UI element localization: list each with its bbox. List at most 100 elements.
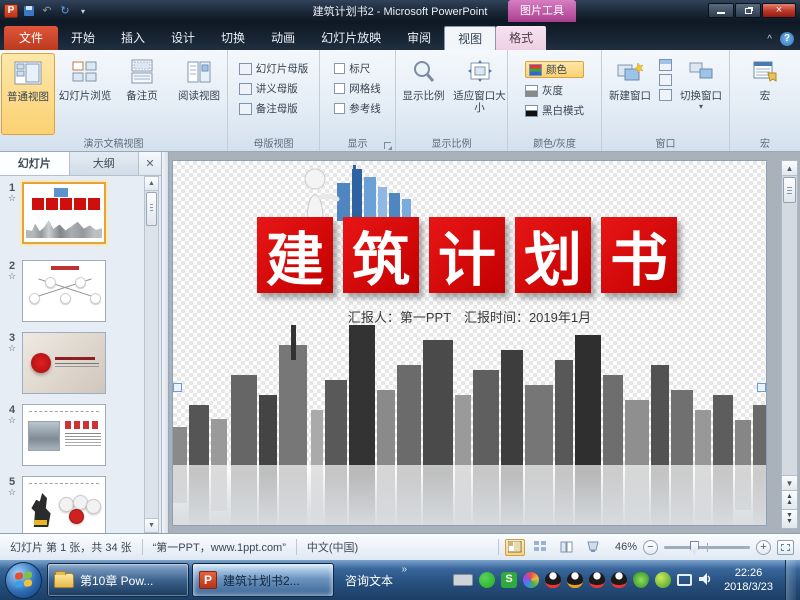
status-right-controls: 46% − + bbox=[498, 539, 800, 556]
slide-canvas[interactable]: 建 筑 计 划 书 汇报人：第一PPT 汇报时间：2019年1月 bbox=[172, 160, 767, 526]
handout-master-button[interactable]: 讲义母版 bbox=[239, 81, 309, 96]
slide-sorter-button[interactable]: 幻灯片浏览 bbox=[58, 53, 112, 135]
new-window-button[interactable]: 新建窗口 bbox=[605, 53, 655, 135]
slide-thumbnail-5[interactable]: 5 ☆ bbox=[2, 476, 106, 533]
move-split-icon[interactable] bbox=[659, 89, 672, 101]
undo-button[interactable]: ↶ bbox=[40, 4, 54, 18]
tab-view[interactable]: 视图 bbox=[444, 26, 496, 50]
selection-handle[interactable] bbox=[757, 383, 766, 392]
slide-thumbnail-3[interactable]: 3 ☆ bbox=[2, 332, 106, 394]
keyboard-icon[interactable] bbox=[453, 574, 473, 586]
qq-icon[interactable] bbox=[589, 572, 605, 588]
tab-slideshow[interactable]: 幻灯片放映 bbox=[308, 26, 394, 50]
status-reading-view-button[interactable] bbox=[557, 539, 577, 556]
macros-button[interactable]: 宏 bbox=[742, 53, 788, 135]
help-icon[interactable]: ? bbox=[780, 32, 794, 46]
ribbon-tab-row: 文件 开始 插入 设计 切换 动画 幻灯片放映 审阅 视图 格式 ^ ? bbox=[0, 22, 800, 50]
language-indicator[interactable]: 中文(中国) bbox=[297, 539, 368, 555]
zoom-out-button[interactable]: − bbox=[643, 540, 658, 555]
wechat-icon[interactable] bbox=[479, 572, 495, 588]
switch-windows-button[interactable]: 切换窗口 ▾ bbox=[676, 53, 726, 135]
vertical-scrollbar[interactable]: ▲ ▼ ▲▲ ▼▼ bbox=[781, 160, 798, 529]
status-slideshow-button[interactable] bbox=[583, 539, 603, 556]
slide-thumbnail-2[interactable]: 2 ☆ bbox=[2, 260, 106, 322]
restore-button[interactable] bbox=[735, 3, 761, 18]
slide-master-button[interactable]: 幻灯片母版 bbox=[239, 61, 309, 76]
tab-outline[interactable]: 大纲 bbox=[70, 152, 140, 175]
thumbnail-preview bbox=[22, 476, 106, 533]
qq-icon[interactable] bbox=[545, 572, 561, 588]
zoom-level[interactable]: 46% bbox=[609, 541, 637, 553]
start-button[interactable] bbox=[5, 562, 42, 599]
antivirus-shield-icon[interactable] bbox=[633, 572, 649, 588]
grayscale-icon bbox=[525, 85, 538, 97]
scrollbar-thumb[interactable] bbox=[783, 177, 796, 203]
cascade-icon[interactable] bbox=[659, 74, 672, 86]
status-normal-view-button[interactable] bbox=[505, 539, 525, 556]
tab-design[interactable]: 设计 bbox=[158, 26, 208, 50]
zoom-slider-handle[interactable] bbox=[690, 541, 699, 554]
redo-button[interactable]: ↻ bbox=[58, 4, 72, 18]
zoom-in-button[interactable]: + bbox=[756, 540, 771, 555]
taskbar-toolbar[interactable]: 咨询文本 » bbox=[337, 572, 401, 589]
notes-master-button[interactable]: 备注母版 bbox=[239, 101, 309, 116]
taskbar-item-powerpoint[interactable]: P 建筑计划书2... bbox=[192, 563, 334, 597]
slide-subtitle: 汇报人：第一PPT 汇报时间：2019年1月 bbox=[173, 307, 766, 326]
minimize-button[interactable] bbox=[708, 3, 734, 18]
group-presentation-views: 普通视图 幻灯片浏览 备注页 bbox=[0, 50, 228, 151]
slide-thumbnail-1[interactable]: 1 ☆ bbox=[2, 182, 106, 244]
pane-close-button[interactable]: ✕ bbox=[139, 152, 161, 175]
grayscale-button[interactable]: 灰度 bbox=[525, 83, 584, 98]
scroll-up-icon[interactable]: ▲ bbox=[145, 177, 158, 191]
show-desktop-button[interactable] bbox=[785, 560, 796, 600]
zoom-button[interactable]: 显示比例 bbox=[397, 53, 451, 135]
sogou-icon[interactable]: S bbox=[501, 572, 517, 588]
qat-customize-button[interactable]: ▾ bbox=[76, 4, 90, 18]
taskbar-clock[interactable]: 22:26 2018/3/23 bbox=[718, 566, 779, 595]
tab-animations[interactable]: 动画 bbox=[258, 26, 308, 50]
scroll-down-icon[interactable]: ▼ bbox=[782, 475, 797, 490]
tab-insert[interactable]: 插入 bbox=[108, 26, 158, 50]
close-button[interactable]: × bbox=[762, 3, 796, 18]
previous-slide-button[interactable]: ▲▲ bbox=[782, 490, 797, 509]
safety-ball-icon[interactable] bbox=[655, 572, 671, 588]
status-slide-sorter-button[interactable] bbox=[531, 539, 551, 556]
gridlines-checkbox[interactable]: 网格线 bbox=[334, 81, 381, 96]
tab-review[interactable]: 审阅 bbox=[394, 26, 444, 50]
notes-page-button[interactable]: 备注页 bbox=[115, 53, 169, 135]
animation-star-icon: ☆ bbox=[2, 194, 22, 202]
dialog-launcher-icon[interactable] bbox=[384, 142, 391, 149]
volume-icon[interactable] bbox=[698, 572, 712, 588]
tab-file[interactable]: 文件 bbox=[4, 26, 58, 50]
scroll-up-icon[interactable]: ▲ bbox=[782, 161, 797, 176]
qq-icon[interactable] bbox=[567, 572, 583, 588]
fit-slide-to-window-button[interactable] bbox=[777, 540, 794, 555]
network-icon[interactable] bbox=[677, 574, 692, 586]
zoom-slider[interactable] bbox=[664, 546, 750, 549]
color-button[interactable]: 颜色 bbox=[525, 61, 584, 78]
taskbar-item-folder[interactable]: 第10章 Pow... bbox=[47, 563, 189, 597]
baidu-input-icon[interactable] bbox=[523, 572, 539, 588]
powerpoint-app-icon[interactable]: P bbox=[4, 4, 18, 18]
save-button[interactable] bbox=[22, 4, 36, 18]
reading-view-button[interactable]: 阅读视图 bbox=[172, 53, 226, 135]
pane-scrollbar-thumb[interactable] bbox=[146, 192, 157, 226]
pane-scrollbar[interactable]: ▲ ▼ bbox=[144, 176, 159, 533]
slide-thumbnail-4[interactable]: 4 ☆ bbox=[2, 404, 106, 466]
guides-checkbox[interactable]: 参考线 bbox=[334, 101, 381, 116]
next-slide-button[interactable]: ▼▼ bbox=[782, 509, 797, 528]
tab-format[interactable]: 格式 bbox=[496, 26, 546, 50]
normal-view-button[interactable]: 普通视图 bbox=[1, 53, 55, 135]
qq-icon[interactable] bbox=[611, 572, 627, 588]
fit-to-window-button[interactable]: 适应窗口大小 bbox=[453, 53, 507, 135]
tab-home[interactable]: 开始 bbox=[58, 26, 108, 50]
collapse-ribbon-icon[interactable]: ^ bbox=[767, 34, 772, 45]
tab-transitions[interactable]: 切换 bbox=[208, 26, 258, 50]
ruler-checkbox[interactable]: 标尺 bbox=[334, 61, 381, 76]
selection-handle[interactable] bbox=[173, 383, 182, 392]
tab-slides[interactable]: 幻灯片 bbox=[0, 152, 70, 175]
black-white-button[interactable]: 黑白模式 bbox=[525, 103, 584, 118]
pane-splitter[interactable] bbox=[162, 152, 169, 533]
scroll-down-icon[interactable]: ▼ bbox=[145, 518, 158, 532]
arrange-all-icon[interactable] bbox=[659, 59, 672, 71]
